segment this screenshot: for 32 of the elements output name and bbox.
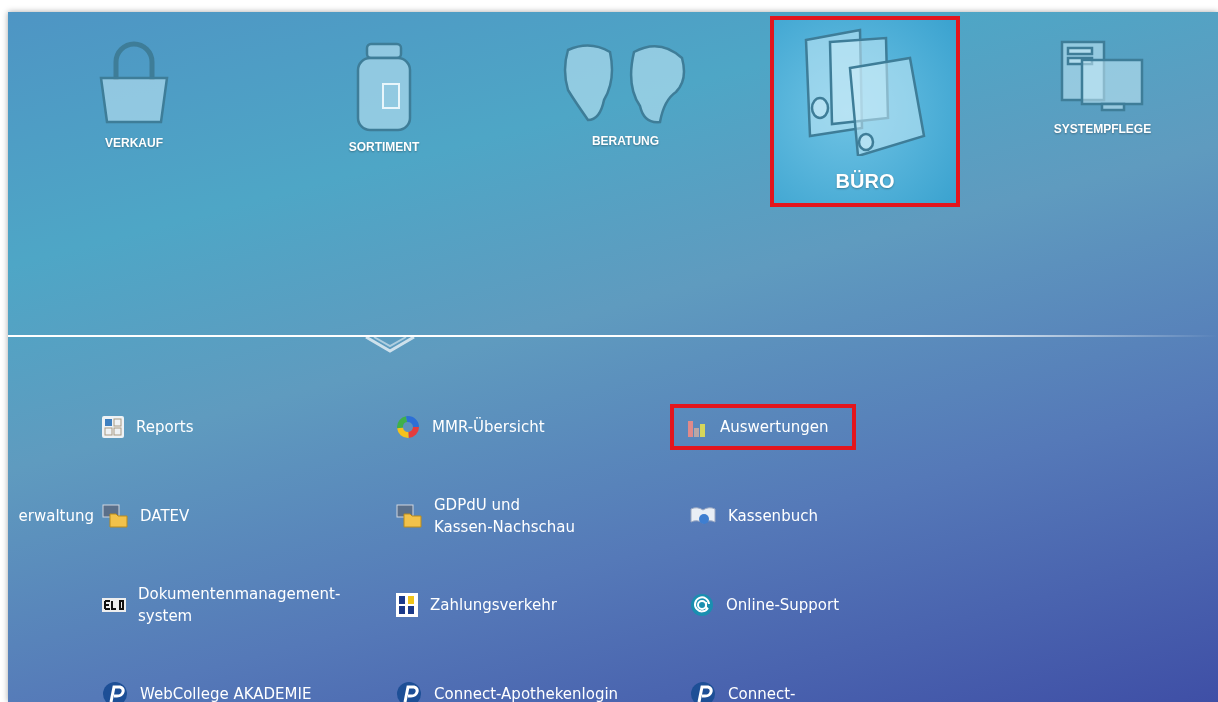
p-logo-icon (396, 680, 422, 702)
menu-item[interactable]: MMR-Übersicht (392, 410, 549, 443)
menu-item[interactable]: Dokumentenmanagement- system (98, 578, 345, 631)
p-logo-icon (102, 680, 128, 702)
ring-chart-icon (396, 414, 420, 439)
category-tab[interactable]: BÜRO (770, 16, 960, 207)
sepa-logo-icon (396, 592, 418, 617)
menu-item[interactable]: DATEV (98, 499, 194, 532)
at-sign-icon (690, 592, 714, 617)
menu-item[interactable]: erwaltung (14, 500, 98, 531)
menu-item[interactable]: Auswertungen (670, 403, 857, 450)
p-logo-icon (690, 680, 716, 702)
menu-item[interactable]: Online-Support (686, 588, 844, 621)
menu-item[interactable]: Zahlungsverkehr (392, 588, 561, 621)
category-tab[interactable]: BERATUNG (559, 40, 692, 148)
computer-icon (1060, 40, 1145, 114)
menu-item[interactable]: Connect- (686, 676, 800, 702)
tiles-icon (102, 415, 124, 438)
category-tab[interactable]: VERKAUF (98, 40, 170, 150)
chevron-icon (364, 335, 416, 355)
category-tab[interactable]: SORTIMENT (348, 40, 420, 154)
menu-item[interactable]: GDPdU und Kassen-Nachschau (392, 489, 579, 542)
jar-icon (355, 40, 413, 132)
category-tab[interactable]: SYSTEMPFLEGE (1053, 40, 1152, 136)
book-icon (690, 505, 716, 526)
menu-item[interactable]: Reports (98, 411, 198, 442)
menu-item[interactable]: Kassenbuch (686, 500, 822, 531)
elo-logo-icon (102, 597, 126, 612)
menu-item[interactable]: Connect-Apothekenlogin (392, 676, 623, 702)
menu-item[interactable]: WebCollege AKADEMIE (98, 676, 316, 702)
folder-icon (102, 503, 128, 528)
folder-icon (396, 503, 422, 528)
